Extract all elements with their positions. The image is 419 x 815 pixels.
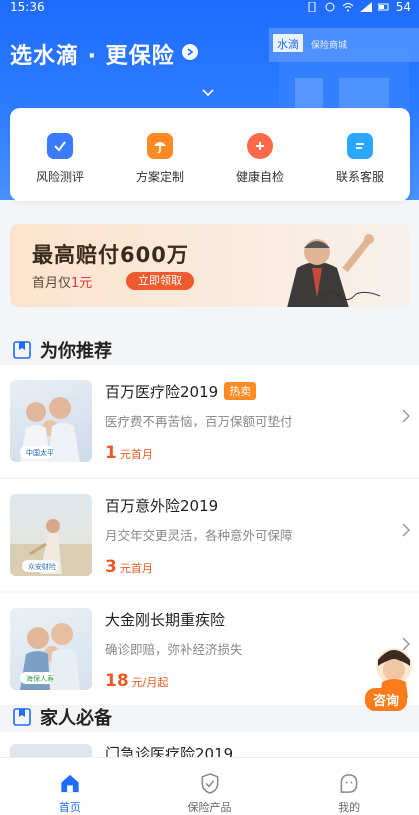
claim-now-button[interactable]: 立即领取 — [126, 272, 194, 290]
tab-label: 保险产品 — [187, 801, 232, 814]
wifi-icon — [342, 3, 354, 12]
banner-subtitle: 首月仅1元 — [32, 276, 93, 291]
consult-float-button[interactable]: 咨询 — [358, 640, 418, 711]
quick-entry-label: 方案定制 — [135, 170, 184, 184]
hot-badge: 热卖 — [224, 382, 257, 400]
section-title-text: 为你推荐 — [40, 341, 112, 362]
chevron-right-icon — [187, 48, 194, 56]
chevron-right-icon — [402, 409, 410, 423]
product-desc: 确诊即赔，弥补经济损失 — [105, 642, 243, 657]
product-desc: 月交年交更灵活，各种意外可保障 — [105, 528, 293, 543]
bottom-tab-bar: 首页 保险产品 我的 — [0, 757, 419, 815]
product-brand: 中国太平 — [26, 449, 54, 457]
product-price: 1 元首月 — [105, 443, 153, 463]
shield-check-icon — [47, 133, 73, 159]
page-title[interactable]: 选水滴 · 更保险 — [10, 38, 175, 70]
vibrate-icon — [308, 2, 316, 12]
title-arrow-button[interactable] — [182, 44, 198, 60]
product-name: 百万医疗险2019 热卖 — [105, 381, 257, 402]
quick-entry-card: 风险测评 方案定制 健康自检 联系客服 — [10, 108, 410, 201]
product-desc: 医疗费不再苦恼，百万保额可垫付 — [105, 414, 293, 429]
quick-entry-customer-service[interactable]: 联系客服 — [310, 108, 410, 201]
battery-level: 54 — [395, 0, 411, 14]
promo-banner[interactable]: 最高赔付600万 首月仅1元 立即领取 — [10, 224, 410, 307]
quick-entry-health-check[interactable]: 健康自检 — [210, 108, 310, 201]
deco-sign-text-2: 保险商城 — [311, 39, 347, 51]
bookmark-icon — [13, 708, 31, 726]
signal-icon — [359, 2, 372, 12]
profile-face-icon — [340, 774, 358, 793]
signature-image — [323, 291, 381, 300]
tab-label: 我的 — [338, 801, 361, 814]
status-time: 15:36 — [10, 0, 45, 14]
product-price: 18 元/月起 — [105, 671, 169, 691]
alarm-icon — [325, 2, 335, 12]
product-thumbnail: 中国太平 — [10, 380, 92, 462]
section-title-family: 家人必备 — [12, 704, 112, 730]
tab-insurance-products[interactable]: 保险产品 — [140, 758, 280, 815]
quick-entry-risk-assessment[interactable]: 风险测评 — [10, 108, 110, 201]
battery-icon — [377, 3, 389, 11]
home-icon — [61, 774, 79, 793]
product-thumbnail: 众安财险 — [10, 494, 92, 576]
tab-home[interactable]: 首页 — [0, 758, 140, 815]
product-brand: 海保人寿 — [26, 675, 54, 683]
quick-entry-plan-custom[interactable]: 方案定制 — [110, 108, 210, 201]
product-name: 大金刚长期重疾险 — [105, 611, 226, 629]
product-card[interactable]: 海保人寿 大金刚长期重疾险 确诊即赔，弥补经济损失 18 元/月起 — [0, 593, 419, 705]
status-bar: 15:36 54 — [0, 0, 419, 16]
quick-entry-label: 联系客服 — [335, 170, 384, 184]
banner-title: 最高赔付600万 — [32, 243, 189, 267]
product-name: 百万意外险2019 — [105, 497, 219, 515]
umbrella-doc-icon — [147, 133, 173, 159]
section-title-text: 家人必备 — [40, 708, 112, 729]
tab-profile[interactable]: 我的 — [279, 758, 419, 815]
tab-label: 首页 — [58, 801, 81, 814]
heart-plus-icon — [247, 133, 273, 159]
product-card[interactable]: 众安财险 百万意外险2019 月交年交更灵活，各种意外可保障 3 元首月 — [0, 479, 419, 591]
chat-bubble-icon — [347, 133, 373, 159]
quick-entry-label: 健康自检 — [235, 170, 284, 184]
product-brand: 众安财险 — [28, 563, 56, 571]
consult-label: 咨询 — [365, 688, 408, 711]
product-thumbnail: 海保人寿 — [10, 608, 92, 690]
bookmark-icon — [13, 341, 31, 359]
product-price: 3 元首月 — [105, 557, 153, 577]
deco-sign-text: 水滴 — [277, 37, 299, 51]
shield-icon — [201, 773, 218, 794]
product-card[interactable]: 中国太平 百万医疗险2019 热卖 医疗费不再苦恼，百万保额可垫付 1 元首月 — [0, 365, 419, 477]
chevron-down-icon[interactable] — [202, 88, 214, 98]
quick-entry-label: 风险测评 — [35, 170, 84, 184]
chevron-right-icon — [402, 523, 410, 537]
section-title-recommend: 为你推荐 — [12, 337, 112, 363]
